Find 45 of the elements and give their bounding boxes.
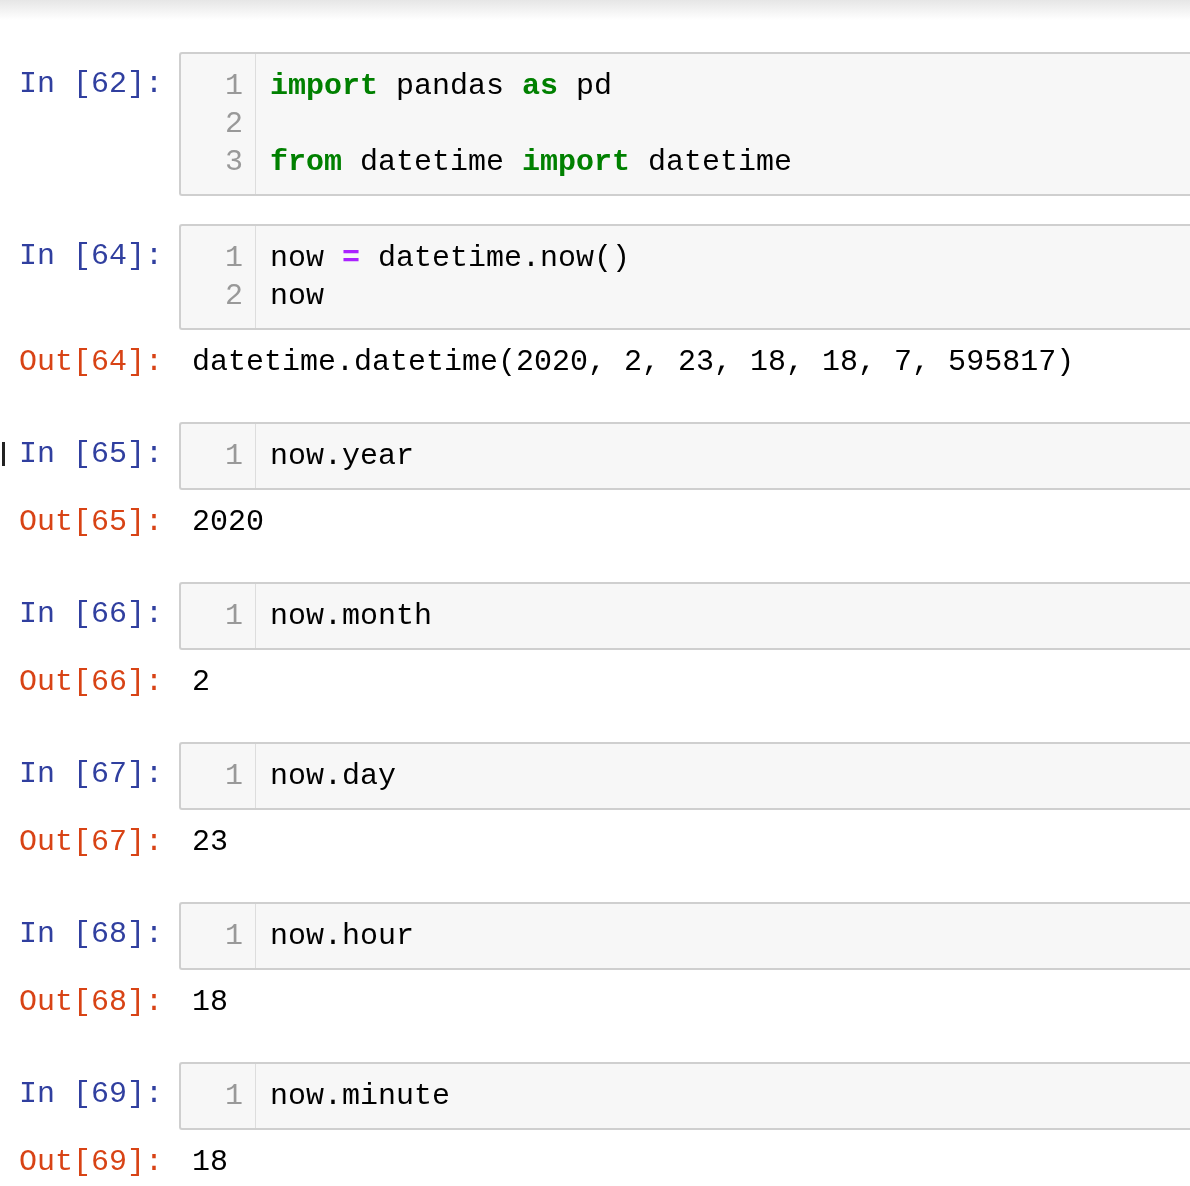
code-line: now = datetime.now() <box>270 241 631 275</box>
code-line: now.minute <box>270 1079 451 1113</box>
code-line: import pandas as pd <box>270 69 613 103</box>
output-text: 23 <box>191 824 228 861</box>
output-text: 18 <box>191 1144 228 1181</box>
output-prompt: Out[69]: <box>18 1144 164 1181</box>
code-line: from datetime import datetime <box>270 145 793 179</box>
output-prompt: Out[66]: <box>18 664 164 701</box>
input-prompt: In [68]: <box>18 916 164 953</box>
output-prompt: Out[65]: <box>18 504 164 541</box>
input-prompt: In [69]: <box>18 1076 164 1113</box>
code-cell[interactable]: 1 now.hour <box>179 902 1190 970</box>
code-cell[interactable]: 1 now.year <box>179 422 1190 490</box>
code-cell[interactable]: 1 2 3 import pandas as pd from datetime import datetime <box>179 52 1190 196</box>
code-cell[interactable]: 1 2 now = datetime.now() now <box>179 224 1190 330</box>
output-text: 18 <box>191 984 228 1021</box>
line-number: 1 <box>224 918 243 955</box>
code-line: now.day <box>270 759 397 793</box>
input-prompt: In [65]: <box>18 436 164 473</box>
line-number: 1 <box>224 1078 243 1115</box>
line-number: 1 <box>224 240 243 277</box>
code-line: now.year <box>270 439 415 473</box>
output-prompt: Out[67]: <box>18 824 164 861</box>
line-number: 1 <box>224 758 243 795</box>
line-number: 3 <box>224 144 243 181</box>
input-prompt: In [67]: <box>18 756 164 793</box>
code-cell[interactable]: 1 now.minute <box>179 1062 1190 1130</box>
input-prompt: In [62]: <box>18 66 164 103</box>
code-cell[interactable]: 1 now.month <box>179 582 1190 650</box>
line-number: 1 <box>224 598 243 635</box>
line-number: 1 <box>224 68 243 105</box>
code-cell[interactable]: 1 now.day <box>179 742 1190 810</box>
code-line: now.month <box>270 599 433 633</box>
line-number: 1 <box>224 438 243 475</box>
output-text: 2 <box>191 664 210 701</box>
code-line: now.hour <box>270 919 415 953</box>
output-prompt: Out[68]: <box>18 984 164 1021</box>
input-prompt: In [66]: <box>18 596 164 633</box>
code-line: now <box>270 279 324 313</box>
line-number: 2 <box>224 106 243 143</box>
input-prompt: In [64]: <box>18 238 164 275</box>
output-prompt: Out[64]: <box>18 344 164 381</box>
line-number: 2 <box>224 278 243 315</box>
output-text: datetime.datetime(2020, 2, 23, 18, 18, 7, 595817) <box>191 344 1075 381</box>
output-text: 2020 <box>191 504 264 541</box>
